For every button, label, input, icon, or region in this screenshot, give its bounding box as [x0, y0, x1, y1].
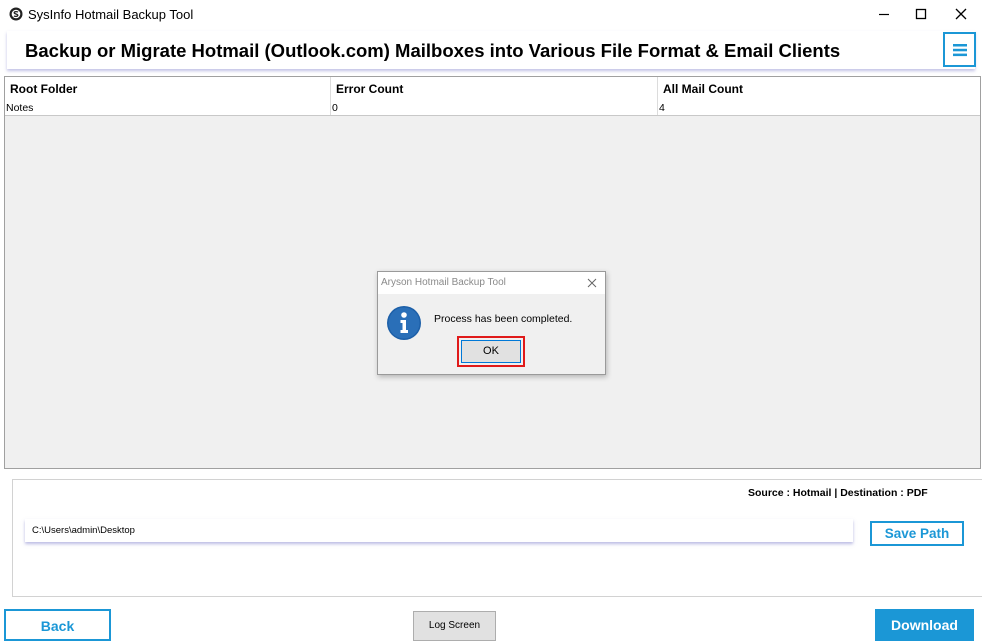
destination-path-input[interactable] [25, 519, 853, 542]
cell-all-mail-count: 4 [659, 102, 665, 114]
dialog-title: Aryson Hotmail Backup Tool [381, 277, 506, 288]
sysinfo-logo-icon [9, 7, 23, 21]
page-title: Backup or Migrate Hotmail (Outlook.com) … [25, 40, 841, 61]
menu-button[interactable] [943, 32, 976, 67]
back-button[interactable]: Back [4, 609, 111, 641]
window-title: SysInfo Hotmail Backup Tool [28, 7, 194, 22]
header-banner: Backup or Migrate Hotmail (Outlook.com) … [7, 31, 975, 69]
column-header-all-mail-count[interactable]: All Mail Count [658, 77, 980, 101]
download-button[interactable]: Download [875, 609, 974, 641]
information-icon [387, 306, 421, 340]
column-header-error-count[interactable]: Error Count [331, 77, 658, 101]
window-titlebar: SysInfo Hotmail Backup Tool [0, 0, 982, 28]
close-window-button[interactable] [943, 0, 979, 28]
table-row[interactable]: Notes 0 4 [5, 101, 980, 116]
close-icon [955, 8, 967, 20]
cell-root-folder: Notes [5, 101, 331, 115]
source-destination-label: Source : Hotmail | Destination : PDF [748, 487, 928, 499]
save-path-button[interactable]: Save Path [870, 521, 964, 546]
message-dialog: Aryson Hotmail Backup Tool Process has b… [377, 271, 606, 375]
close-icon[interactable] [585, 276, 599, 290]
cell-error-count: 0 [331, 101, 658, 115]
minimize-button[interactable] [866, 0, 902, 28]
column-header-root-folder[interactable]: Root Folder [5, 77, 331, 101]
dialog-titlebar: Aryson Hotmail Backup Tool [378, 272, 605, 294]
dialog-message: Process has been completed. [434, 313, 573, 325]
ok-button[interactable]: OK [461, 340, 521, 363]
hamburger-menu-icon [952, 43, 967, 56]
maximize-icon [915, 8, 927, 20]
maximize-button[interactable] [903, 0, 939, 28]
minimize-icon [879, 13, 889, 16]
log-screen-button[interactable]: Log Screen [413, 611, 496, 641]
grid-header: Root Folder Error Count All Mail Count [5, 77, 980, 102]
